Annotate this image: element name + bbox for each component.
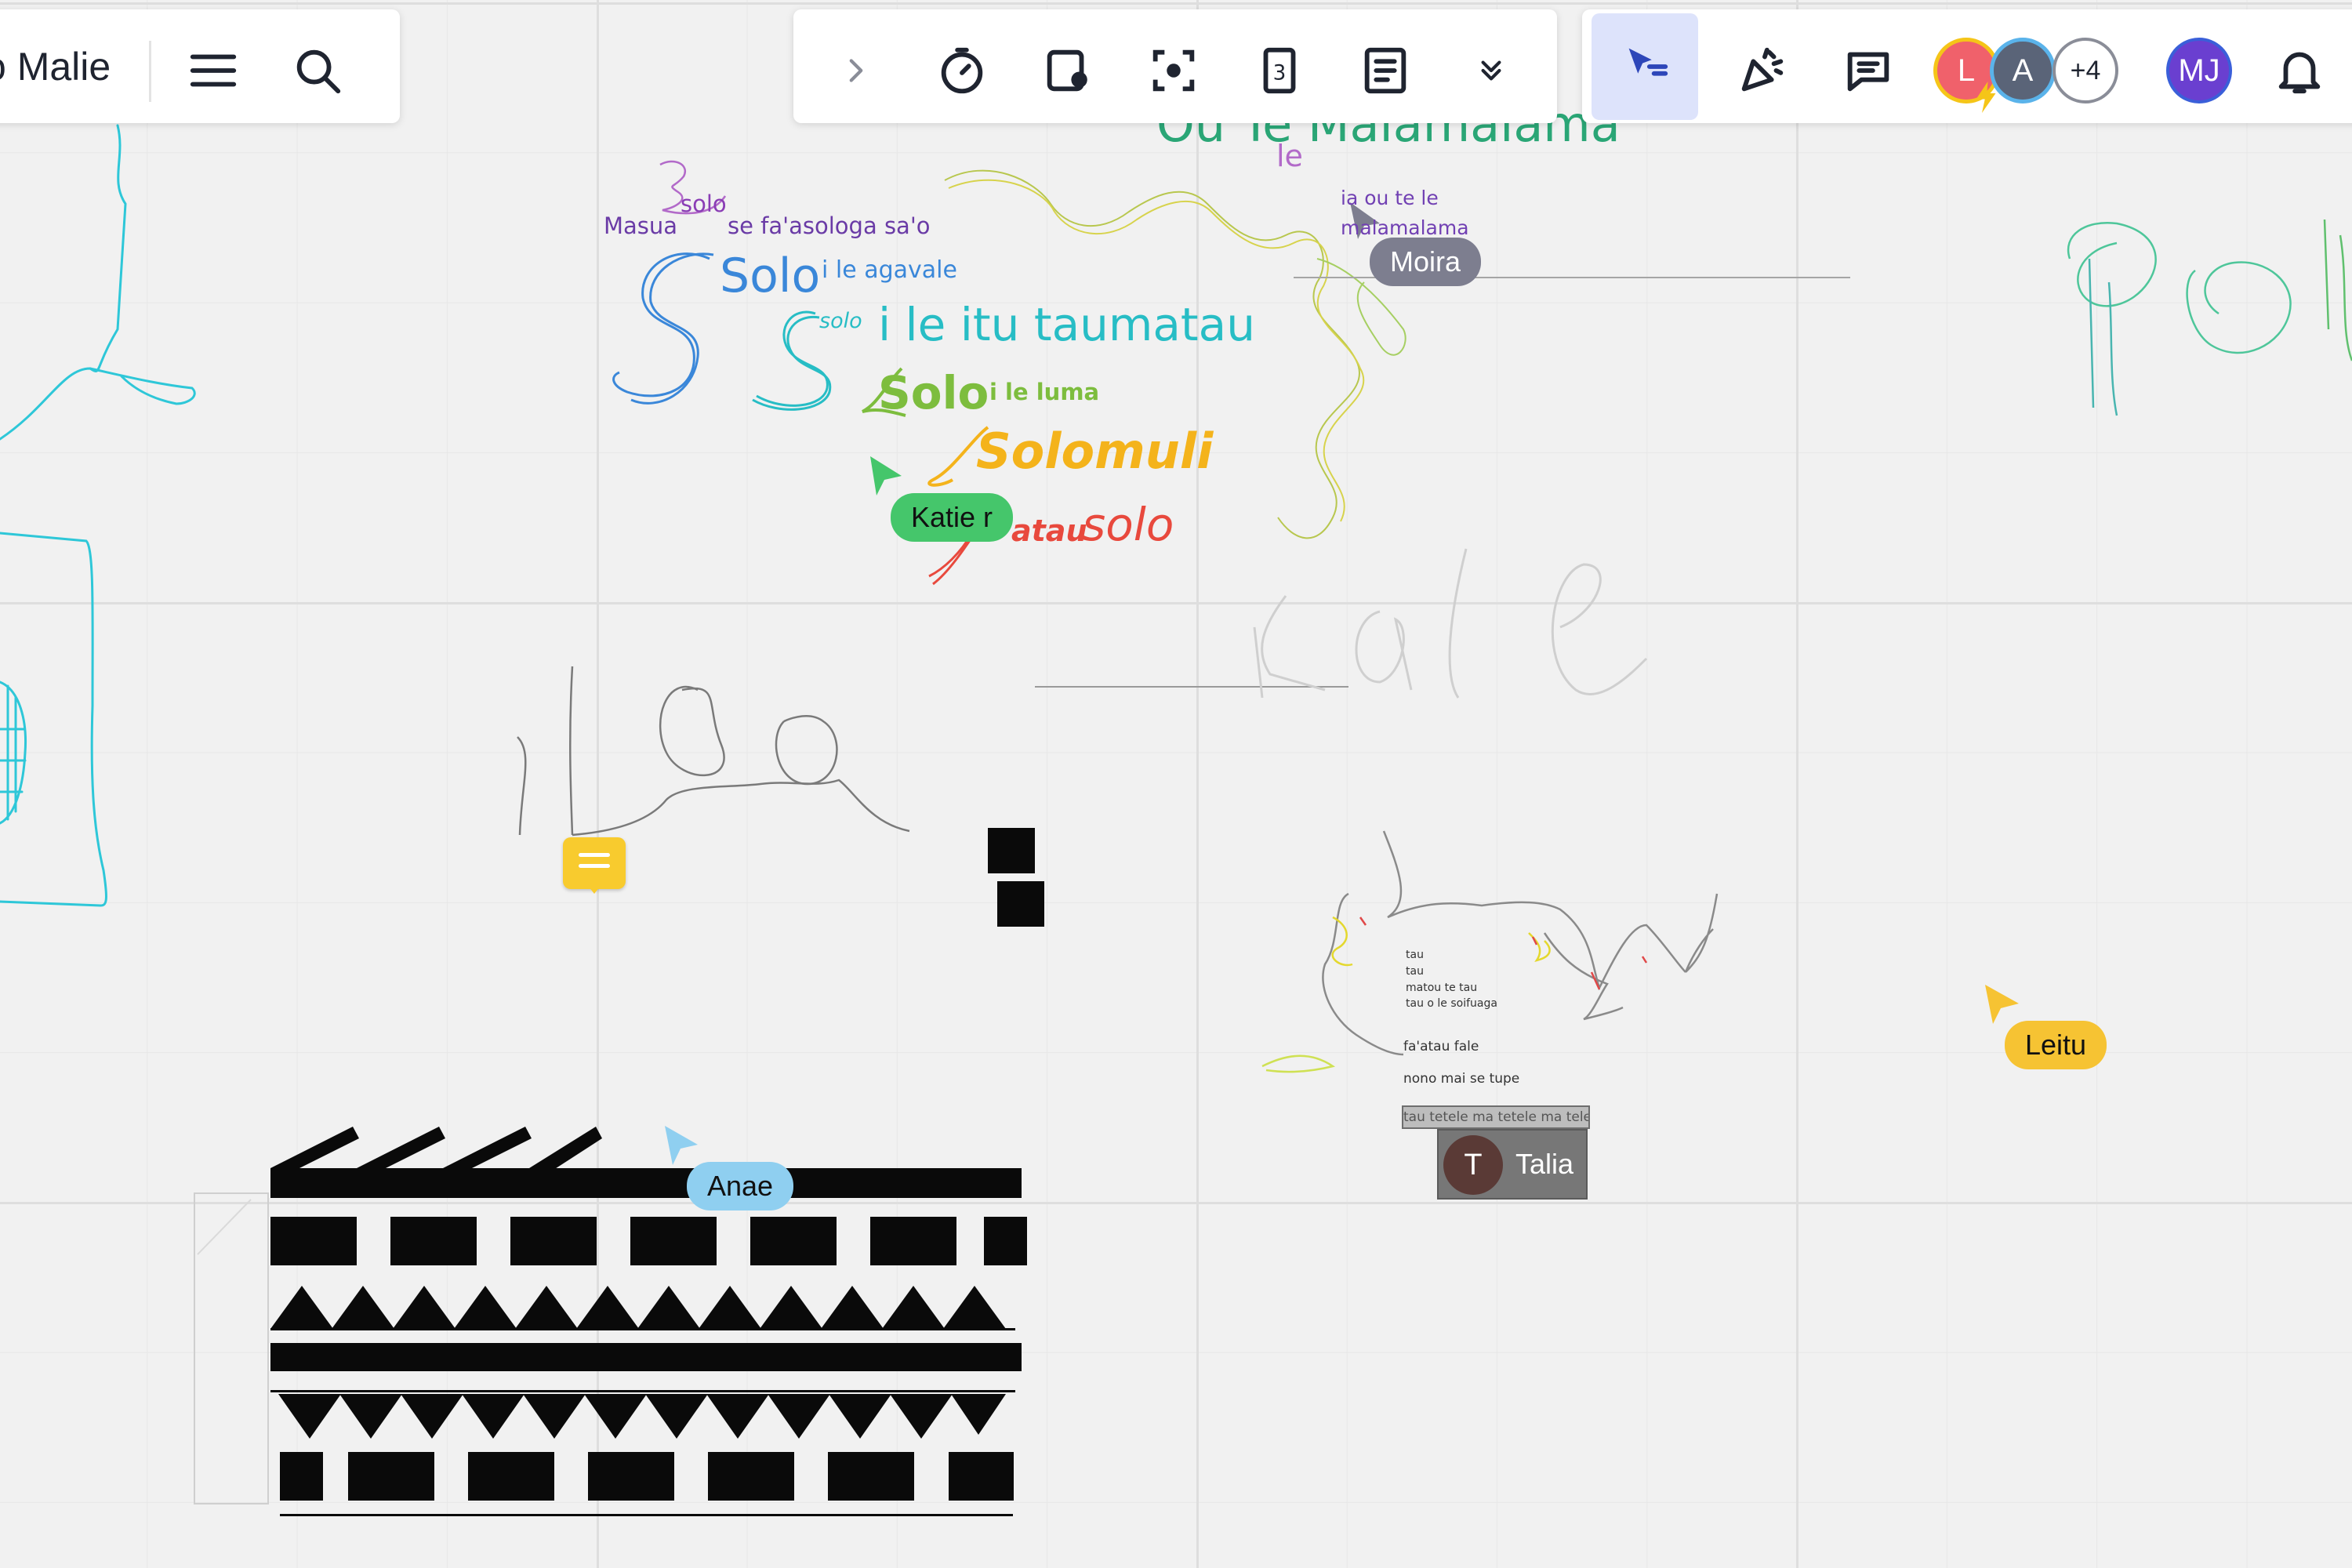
black-square-top <box>988 828 1035 873</box>
canvas-drawings <box>0 124 2352 1516</box>
selection-outline <box>194 1192 269 1504</box>
avatar: T <box>1443 1135 1503 1195</box>
tau-tetele-text[interactable]: tau tetele ma tetele ma tele <box>1402 1105 1590 1129</box>
black-square-bottom <box>997 881 1044 927</box>
faatau-text: fa'atau fale <box>1403 1039 1479 1054</box>
presenter-cursor-icon[interactable] <box>1592 13 1698 120</box>
cursor-label-anae: Anae <box>687 1162 794 1210</box>
cursor-label-moira: Moira <box>1370 238 1482 286</box>
solo-blue-text: Solo <box>720 249 821 303</box>
more-collaborators-badge[interactable]: +4 <box>2053 38 2118 103</box>
i-le-luma-text: i le luma <box>989 379 1100 405</box>
tau-text-2: tau <box>1406 965 1424 978</box>
solo-red-text: solo <box>1082 498 1174 551</box>
ia-ou-text: ia ou te le <box>1341 187 1439 209</box>
tatau-pattern <box>270 1127 1027 1516</box>
avatar[interactable]: MJ <box>2166 38 2232 103</box>
toolbar-divider <box>149 41 151 102</box>
avatar-initial: A <box>2012 53 2034 88</box>
avatar-initial: L <box>1957 53 1976 88</box>
leitu-cursor-icon <box>1985 985 2019 1024</box>
cursor-label-leitu: Leitu <box>2005 1021 2107 1069</box>
cyan-tree-sketch <box>0 124 196 907</box>
expand-more-icon[interactable] <box>1460 39 1523 102</box>
le-text: le <box>1276 139 1303 173</box>
solomuli-text: Solomuli <box>976 423 1214 480</box>
solo-green-text: Solo <box>878 366 989 419</box>
notification-bell-icon[interactable] <box>2268 39 2331 102</box>
i-le-agavale-text: i le agavale <box>822 256 957 284</box>
faint-kale-writing <box>1253 548 1648 699</box>
i-le-itu-text: i le itu taumatau <box>878 298 1255 351</box>
notes-icon[interactable] <box>1354 39 1417 102</box>
cursor-label-talia: T Talia <box>1437 1129 1588 1200</box>
katie-cursor-icon <box>870 456 902 495</box>
se-faasologa-text: se fa'asologa sa'o <box>728 212 931 239</box>
tau-sketch <box>1261 830 1719 1073</box>
numbered-page-icon[interactable]: 3 <box>1248 39 1311 102</box>
board-tools-toolbar: 3 <box>793 9 1557 123</box>
svg-text:3: 3 <box>1273 62 1287 85</box>
tau-text-1: tau <box>1406 949 1424 961</box>
selection-diagonal <box>197 1199 252 1255</box>
avatar[interactable]: A <box>1990 38 2056 103</box>
gray-handwriting <box>517 666 910 837</box>
board-title[interactable]: o Malie <box>0 41 111 93</box>
tau-o-le-text: tau o le soifuaga <box>1406 997 1497 1010</box>
atau-text: atau <box>1011 514 1087 548</box>
timer-icon[interactable] <box>931 39 993 102</box>
board-header-toolbar: o Malie <box>0 9 400 123</box>
celebrate-icon[interactable] <box>1731 39 1794 102</box>
comment-icon[interactable] <box>1837 39 1900 102</box>
matou-text: matou te tau <box>1406 982 1478 994</box>
avatar-initial: MJ <box>2178 53 2220 88</box>
yellow-green-rope-scribble <box>944 169 1406 539</box>
chevron-right-icon[interactable] <box>825 39 887 102</box>
focus-frame-icon[interactable] <box>1142 39 1205 102</box>
solo-small-text: solo <box>681 191 727 217</box>
masua-text: Masua <box>604 212 678 239</box>
anae-cursor-icon <box>665 1126 698 1165</box>
card-icon[interactable] <box>1036 39 1099 102</box>
comment-note-icon[interactable] <box>563 837 626 894</box>
cursor-label-katie: Katie r <box>891 493 1014 542</box>
search-icon[interactable] <box>286 39 349 102</box>
green-sketch-right <box>2067 219 2352 416</box>
nono-text: nono mai se tupe <box>1403 1071 1520 1087</box>
collaboration-toolbar: L A +4 MJ <box>1582 9 2352 123</box>
solo-teal-small-text: solo <box>819 309 862 333</box>
more-count: +4 <box>2070 55 2101 85</box>
hamburger-menu-icon[interactable] <box>182 39 245 102</box>
malamalama-text: malamalama <box>1341 216 1469 239</box>
talia-name: Talia <box>1515 1148 1574 1180</box>
